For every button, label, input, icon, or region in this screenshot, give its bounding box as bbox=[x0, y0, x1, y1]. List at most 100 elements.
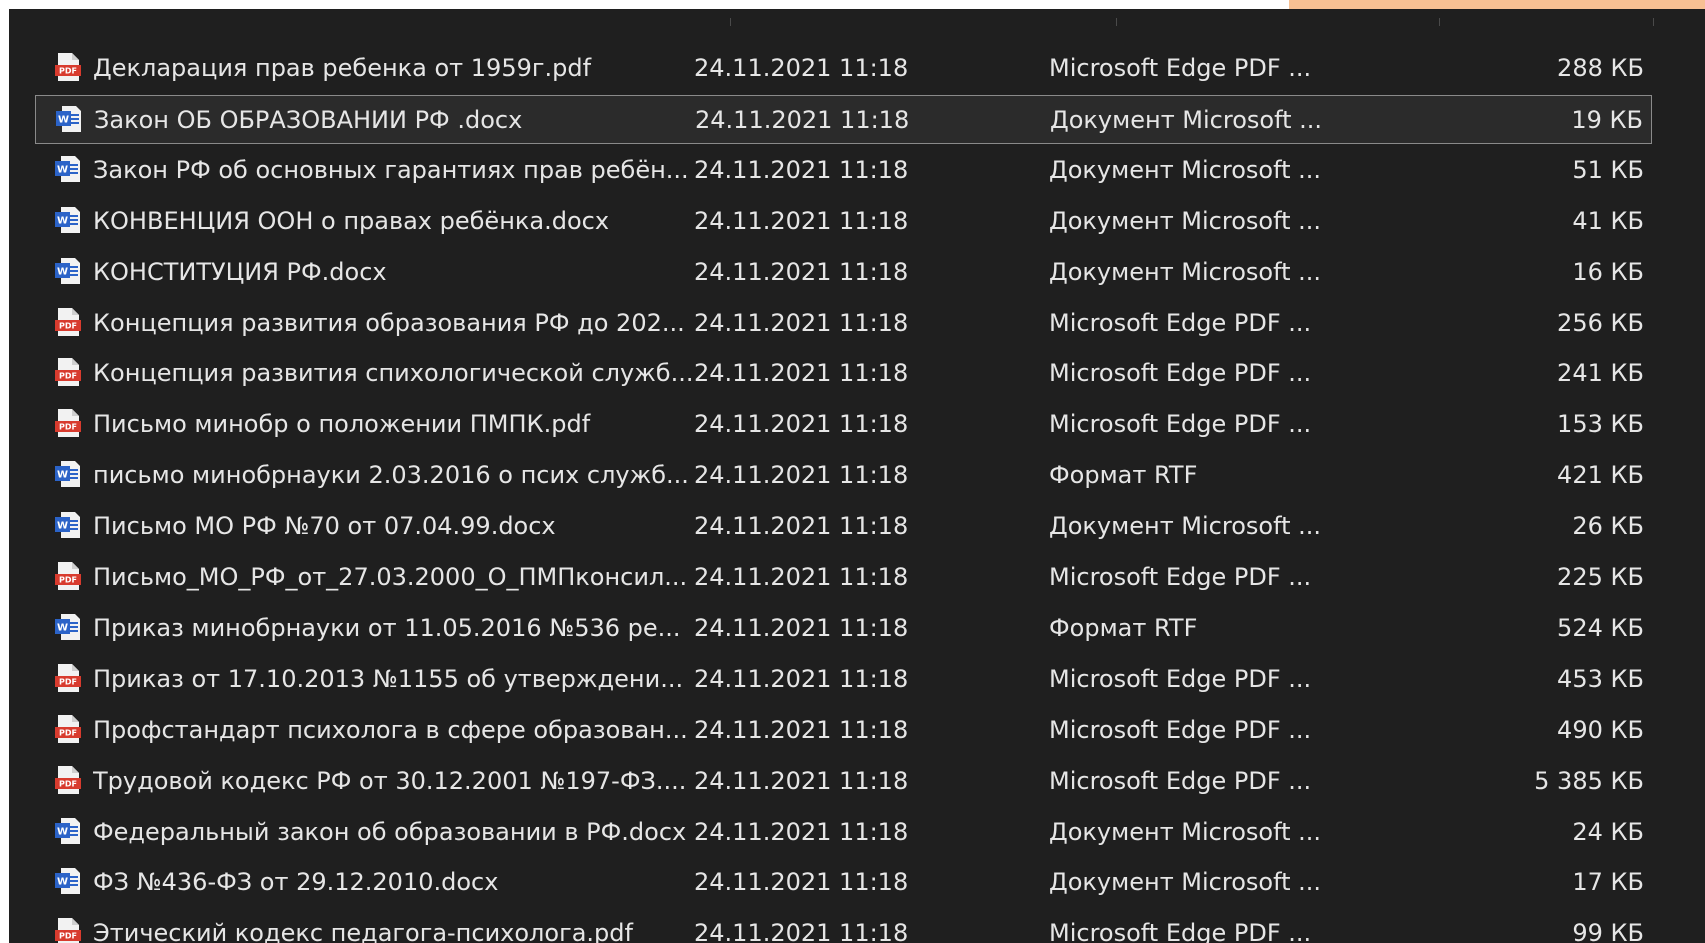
file-size: 16 КБ bbox=[1572, 258, 1644, 286]
column-separator[interactable] bbox=[730, 18, 731, 26]
file-type: Документ Microsoft ... bbox=[1050, 106, 1323, 134]
file-type: Формат RTF bbox=[1049, 461, 1198, 489]
file-size: 99 КБ bbox=[1572, 919, 1644, 943]
file-type: Документ Microsoft ... bbox=[1049, 818, 1322, 846]
word-file-icon: W bbox=[55, 205, 81, 235]
file-name: Профстандарт психолога в сфере образован… bbox=[93, 716, 688, 744]
accent-bar bbox=[1289, 0, 1705, 9]
file-name: письмо минобрнауки 2.03.2016 о псих служ… bbox=[93, 461, 689, 489]
file-row[interactable]: W КОНСТИТУЦИЯ РФ.docx 24.11.2021 11:18 Д… bbox=[35, 248, 1652, 297]
svg-text:W: W bbox=[57, 216, 68, 227]
file-row[interactable]: W Закон ОБ ОБРАЗОВАНИИ РФ .docx 24.11.20… bbox=[35, 95, 1652, 144]
svg-text:W: W bbox=[57, 470, 68, 481]
pdf-file-icon: PDF bbox=[55, 663, 81, 693]
word-file-icon: W bbox=[55, 612, 81, 642]
svg-text:W: W bbox=[57, 877, 68, 888]
screenshot-page: PDF Декларация прав ребенка от 1959г.pdf… bbox=[0, 0, 1705, 943]
file-row[interactable]: PDF Концепция развития спихологической с… bbox=[35, 349, 1652, 398]
file-type: Microsoft Edge PDF ... bbox=[1049, 54, 1312, 82]
word-file-icon: W bbox=[55, 866, 81, 896]
file-date-modified: 24.11.2021 11:18 bbox=[694, 512, 909, 540]
file-name: Концепция развития образования РФ до 202… bbox=[93, 309, 685, 337]
file-name: ФЗ №436-ФЗ от 29.12.2010.docx bbox=[93, 868, 499, 896]
file-size: 524 КБ bbox=[1557, 614, 1644, 642]
file-date-modified: 24.11.2021 11:18 bbox=[694, 207, 909, 235]
word-file-icon: W bbox=[55, 510, 81, 540]
file-date-modified: 24.11.2021 11:18 bbox=[694, 410, 909, 438]
file-size: 490 КБ bbox=[1557, 716, 1644, 744]
file-name: Письмо МО РФ №70 от 07.04.99.docx bbox=[93, 512, 556, 540]
file-row[interactable]: W Письмо МО РФ №70 от 07.04.99.docx 24.1… bbox=[35, 502, 1652, 551]
svg-text:W: W bbox=[57, 267, 68, 278]
column-separator[interactable] bbox=[1653, 18, 1654, 26]
file-explorer-window: PDF Декларация прав ребенка от 1959г.pdf… bbox=[9, 9, 1705, 943]
file-type: Документ Microsoft ... bbox=[1049, 512, 1322, 540]
word-file-icon: W bbox=[55, 816, 81, 846]
file-type: Microsoft Edge PDF ... bbox=[1049, 767, 1312, 795]
file-date-modified: 24.11.2021 11:18 bbox=[694, 614, 909, 642]
svg-text:W: W bbox=[57, 623, 68, 634]
file-row[interactable]: W Закон РФ об основных гарантиях прав ре… bbox=[35, 146, 1652, 195]
file-type: Документ Microsoft ... bbox=[1049, 207, 1322, 235]
file-name: Трудовой кодекс РФ от 30.12.2001 №197-ФЗ… bbox=[93, 767, 687, 795]
word-file-icon: W bbox=[55, 459, 81, 489]
file-type: Документ Microsoft ... bbox=[1049, 258, 1322, 286]
file-type: Microsoft Edge PDF ... bbox=[1049, 716, 1312, 744]
word-file-icon: W bbox=[56, 104, 82, 134]
file-name: Федеральный закон об образовании в РФ.do… bbox=[93, 818, 687, 846]
pdf-file-icon: PDF bbox=[55, 307, 81, 337]
file-name: Этический кодекс педагога-психолога.pdf bbox=[93, 919, 633, 943]
file-row[interactable]: W Федеральный закон об образовании в РФ.… bbox=[35, 808, 1652, 857]
svg-text:PDF: PDF bbox=[59, 322, 77, 331]
file-row[interactable]: PDF Профстандарт психолога в сфере образ… bbox=[35, 706, 1652, 755]
pdf-file-icon: PDF bbox=[55, 408, 81, 438]
file-date-modified: 24.11.2021 11:18 bbox=[694, 156, 909, 184]
file-date-modified: 24.11.2021 11:18 bbox=[694, 767, 909, 795]
pdf-file-icon: PDF bbox=[55, 765, 81, 795]
file-row[interactable]: PDF Концепция развития образования РФ до… bbox=[35, 299, 1652, 348]
file-row[interactable]: PDF Приказ от 17.10.2013 №1155 об утверж… bbox=[35, 655, 1652, 704]
file-date-modified: 24.11.2021 11:18 bbox=[694, 359, 909, 387]
file-name: Закон ОБ ОБРАЗОВАНИИ РФ .docx bbox=[94, 106, 523, 134]
file-size: 41 КБ bbox=[1572, 207, 1644, 235]
file-row[interactable]: PDF Письмо_МО_РФ_от_27.03.2000_О_ПМПконс… bbox=[35, 553, 1652, 602]
svg-text:W: W bbox=[58, 115, 69, 126]
file-date-modified: 24.11.2021 11:18 bbox=[694, 258, 909, 286]
file-row[interactable]: W КОНВЕНЦИЯ ООН о правах ребёнка.docx 24… bbox=[35, 197, 1652, 246]
column-separator[interactable] bbox=[1439, 18, 1440, 26]
file-type: Документ Microsoft ... bbox=[1049, 868, 1322, 896]
file-size: 256 КБ bbox=[1557, 309, 1644, 337]
pdf-file-icon: PDF bbox=[55, 561, 81, 591]
file-size: 17 КБ bbox=[1572, 868, 1644, 896]
file-row[interactable]: PDF Трудовой кодекс РФ от 30.12.2001 №19… bbox=[35, 757, 1652, 806]
file-type: Microsoft Edge PDF ... bbox=[1049, 563, 1312, 591]
file-row[interactable]: PDF Письмо минобр о положении ПМПК.pdf 2… bbox=[35, 400, 1652, 449]
file-date-modified: 24.11.2021 11:18 bbox=[695, 106, 910, 134]
file-date-modified: 24.11.2021 11:18 bbox=[694, 54, 909, 82]
file-name: Приказ минобрнауки от 11.05.2016 №536 ре… bbox=[93, 614, 681, 642]
file-name: Приказ от 17.10.2013 №1155 об утверждени… bbox=[93, 665, 684, 693]
pdf-file-icon: PDF bbox=[55, 714, 81, 744]
svg-text:PDF: PDF bbox=[59, 932, 77, 941]
file-size: 24 КБ bbox=[1572, 818, 1644, 846]
file-row[interactable]: PDF Декларация прав ребенка от 1959г.pdf… bbox=[35, 44, 1652, 93]
file-type: Microsoft Edge PDF ... bbox=[1049, 359, 1312, 387]
file-size: 51 КБ bbox=[1572, 156, 1644, 184]
file-row[interactable]: W письмо минобрнауки 2.03.2016 о псих сл… bbox=[35, 451, 1652, 500]
svg-text:PDF: PDF bbox=[59, 67, 77, 76]
file-date-modified: 24.11.2021 11:18 bbox=[694, 309, 909, 337]
pdf-file-icon: PDF bbox=[55, 357, 81, 387]
file-size: 5 385 КБ bbox=[1534, 767, 1644, 795]
file-type: Microsoft Edge PDF ... bbox=[1049, 410, 1312, 438]
file-row[interactable]: W ФЗ №436-ФЗ от 29.12.2010.docx 24.11.20… bbox=[35, 858, 1652, 907]
file-type: Microsoft Edge PDF ... bbox=[1049, 309, 1312, 337]
file-row[interactable]: PDF Этический кодекс педагога-психолога.… bbox=[35, 909, 1652, 943]
file-size: 19 КБ bbox=[1571, 106, 1643, 134]
svg-text:PDF: PDF bbox=[59, 678, 77, 687]
file-row[interactable]: W Приказ минобрнауки от 11.05.2016 №536 … bbox=[35, 604, 1652, 653]
file-name: Декларация прав ребенка от 1959г.pdf bbox=[93, 54, 592, 82]
file-size: 153 КБ bbox=[1557, 410, 1644, 438]
file-date-modified: 24.11.2021 11:18 bbox=[694, 868, 909, 896]
file-size: 26 КБ bbox=[1572, 512, 1644, 540]
column-separator[interactable] bbox=[1116, 18, 1117, 26]
